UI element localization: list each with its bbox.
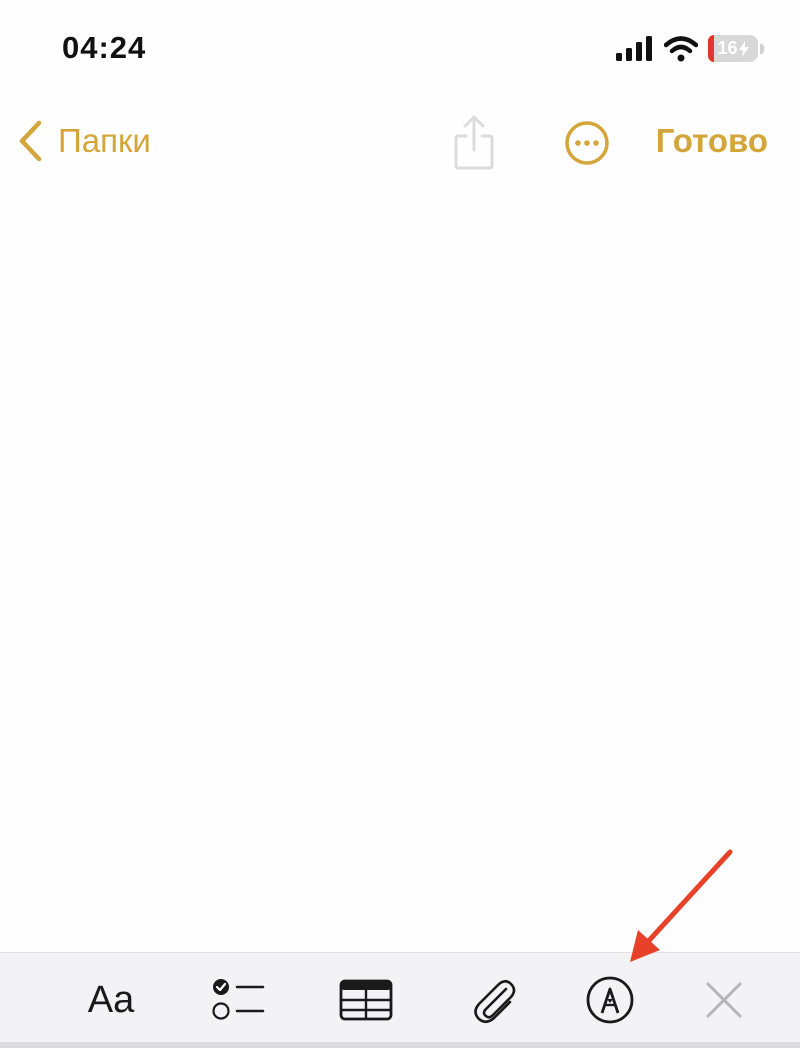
status-bar: 04:24 16 [0, 0, 800, 100]
notes-screen: 04:24 16 Папки Готово Aa [0, 0, 800, 1048]
format-label: Aa [87, 978, 135, 1021]
navigation-bar: Папки Готово [0, 100, 800, 190]
attachment-button[interactable] [464, 975, 524, 1025]
format-button[interactable]: Aa [80, 975, 142, 1025]
battery-icon: 16 [708, 35, 758, 62]
back-label: Папки [58, 122, 151, 159]
close-icon [706, 982, 742, 1018]
back-button[interactable]: Папки [18, 120, 151, 162]
cellular-signal-icon [616, 35, 652, 61]
battery-nub [760, 43, 764, 54]
more-ellipsis-icon[interactable] [564, 120, 610, 166]
status-icons: 16 [616, 35, 764, 62]
checklist-button[interactable] [208, 975, 268, 1025]
annotation-arrow-icon [630, 849, 733, 962]
markup-button[interactable] [580, 975, 640, 1025]
wifi-icon [664, 35, 698, 61]
table-button[interactable] [336, 975, 396, 1025]
done-button[interactable]: Готово [656, 122, 768, 160]
battery-percent: 16 [717, 38, 738, 58]
table-icon [339, 979, 393, 1021]
checklist-icon [212, 979, 265, 1020]
status-time: 04:24 [62, 30, 147, 65]
share-icon[interactable] [452, 114, 496, 170]
close-button[interactable] [696, 975, 752, 1025]
note-text-area[interactable] [0, 190, 800, 950]
markup-pen-icon [586, 976, 634, 1024]
battery-level [708, 35, 714, 62]
paperclip-icon [474, 979, 516, 1024]
toolbar-bottom-edge [0, 1042, 800, 1048]
chevron-left-icon [19, 120, 42, 162]
charging-bolt-icon [738, 40, 749, 57]
faded-note-title [232, 152, 572, 182]
